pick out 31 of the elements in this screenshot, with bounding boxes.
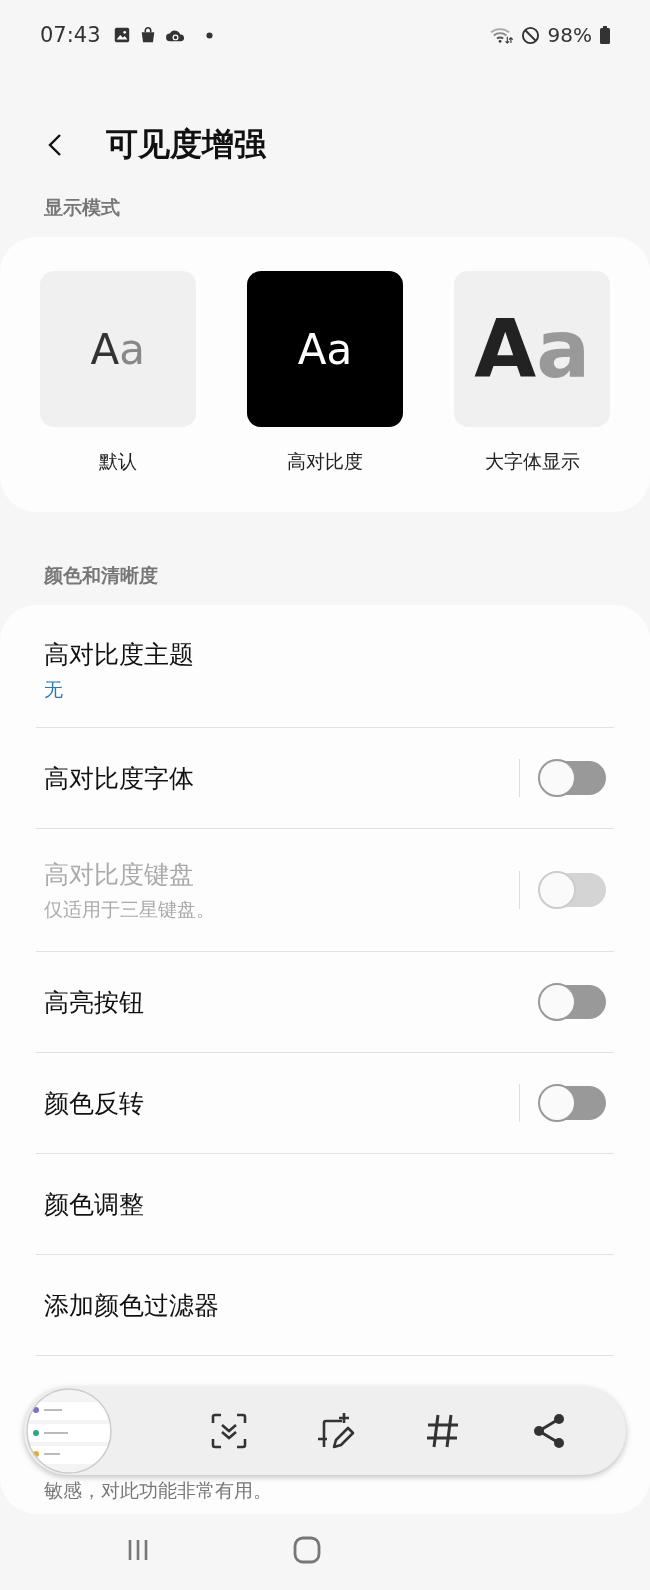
setting-value: 无 bbox=[44, 676, 64, 702]
setting-description: 仅适用于三星键盘。 bbox=[44, 896, 216, 922]
section-header: 颜色和清晰度 bbox=[43, 563, 159, 588]
setting-title[interactable]: 高亮按钮 bbox=[44, 985, 540, 1019]
setting-title[interactable]: 添加颜色过滤器 bbox=[44, 1288, 606, 1322]
mode-label: 大字体显示 bbox=[484, 449, 580, 474]
toggle-switch[interactable] bbox=[540, 1086, 606, 1120]
page-title: 可见度增强 bbox=[106, 124, 266, 165]
mode-label: 高对比度 bbox=[287, 449, 363, 474]
toggle-switch[interactable] bbox=[540, 761, 606, 795]
mode-preview-tile[interactable]: Aa bbox=[247, 271, 403, 427]
setting-description: 敏感，对此功能非常有用。 bbox=[44, 1478, 272, 1503]
setting-title[interactable]: 颜色反转 bbox=[44, 1086, 519, 1120]
setting-title[interactable]: 高对比度主题 bbox=[44, 637, 606, 671]
toggle-switch[interactable] bbox=[540, 985, 606, 1019]
setting-title[interactable]: 高对比度字体 bbox=[44, 761, 519, 795]
scroll-capture-icon[interactable] bbox=[209, 1411, 249, 1451]
section-header: 显示模式 bbox=[43, 195, 121, 220]
wifi-icon bbox=[488, 26, 513, 44]
home-icon[interactable] bbox=[292, 1535, 322, 1565]
mode-label: 默认 bbox=[98, 449, 137, 474]
do-not-disturb-icon bbox=[520, 25, 540, 45]
image-icon bbox=[112, 26, 131, 44]
notification-dot-icon bbox=[205, 31, 213, 39]
status-time: 07:43 bbox=[40, 23, 101, 47]
battery-percentage: 98% bbox=[547, 23, 592, 47]
crop-edit-icon[interactable] bbox=[316, 1411, 356, 1451]
battery-icon bbox=[600, 26, 610, 44]
mode-preview-tile[interactable]: Aa bbox=[454, 271, 611, 427]
mode-preview-tile[interactable]: Aa bbox=[39, 271, 196, 427]
setting-title[interactable]: 颜色调整 bbox=[44, 1187, 606, 1221]
